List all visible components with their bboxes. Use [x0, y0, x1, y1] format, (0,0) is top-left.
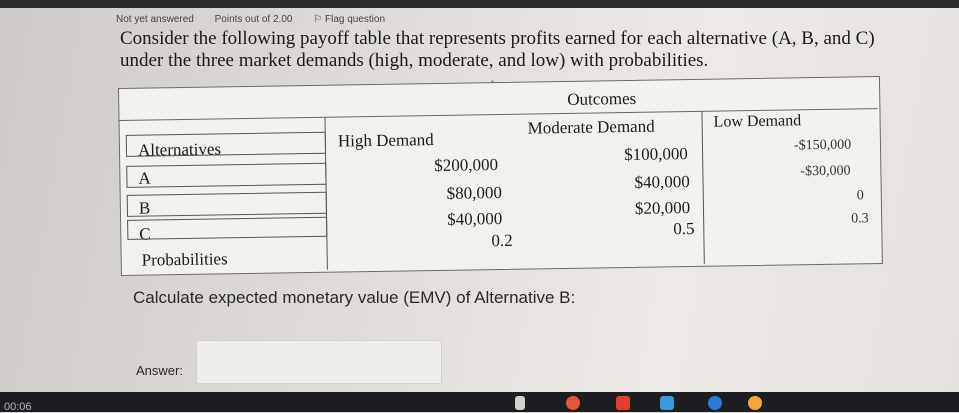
outcomes-header: Outcomes — [567, 88, 637, 109]
prob-moderate: 0.5 — [673, 218, 695, 239]
cell-c-high: $40,000 — [446, 208, 503, 229]
cell-a-low: -$150,000 — [793, 137, 852, 154]
chrome-icon[interactable] — [748, 396, 762, 410]
browser-icon[interactable] — [566, 396, 580, 410]
app-icon[interactable] — [515, 396, 525, 410]
answer-input[interactable] — [196, 340, 442, 384]
edge-icon[interactable] — [660, 396, 674, 410]
app-icon[interactable] — [708, 396, 722, 410]
answer-label: Answer: — [136, 363, 183, 378]
taskbar — [0, 392, 959, 412]
prob-low: 0.3 — [851, 211, 869, 227]
low-demand-header: Low Demand — [713, 112, 802, 131]
moderate-demand-header: Moderate Demand — [527, 116, 655, 138]
probabilities-label: Probabilities — [141, 249, 228, 270]
question-text: Consider the following payoff table that… — [120, 28, 875, 71]
flag-question-link[interactable]: ⚐ Flag question — [313, 14, 385, 25]
alternatives-header: Alternatives — [137, 139, 222, 160]
points-text: Points out of 2.00 — [214, 14, 293, 25]
flag-icon: ⚐ — [313, 14, 323, 25]
cell-b-high: $80,000 — [446, 182, 503, 203]
row-outline — [126, 162, 327, 188]
cell-b-low: -$30,000 — [800, 163, 851, 180]
status-text: Not yet answered — [116, 14, 194, 25]
row-label-a: A — [138, 168, 151, 188]
question-meta: Not yet answered Points out of 2.00 ⚐ Fl… — [116, 14, 403, 25]
cell-a-moderate: $100,000 — [623, 144, 688, 165]
cell-a-high: $200,000 — [434, 155, 499, 176]
top-header-strip — [0, 0, 959, 8]
app-icon[interactable] — [616, 396, 630, 410]
cell-c-moderate: $20,000 — [634, 198, 691, 218]
row-outline — [126, 191, 328, 217]
high-demand-header: High Demand — [337, 130, 434, 151]
flag-label: Flag question — [324, 14, 386, 25]
prob-high: 0.2 — [491, 230, 513, 251]
row-label-c: C — [139, 224, 151, 244]
cell-c-low: 0 — [856, 188, 864, 204]
row-label-b: B — [138, 198, 151, 218]
cell-b-moderate: $40,000 — [634, 172, 690, 192]
column-divider — [701, 111, 705, 264]
taskbar-clock: 00:06 — [4, 401, 32, 413]
row-outline — [127, 216, 328, 240]
payoff-table: Outcomes Alternatives High Demand Modera… — [118, 76, 883, 276]
instruction-text: Calculate expected monetary value (EMV) … — [133, 288, 576, 307]
